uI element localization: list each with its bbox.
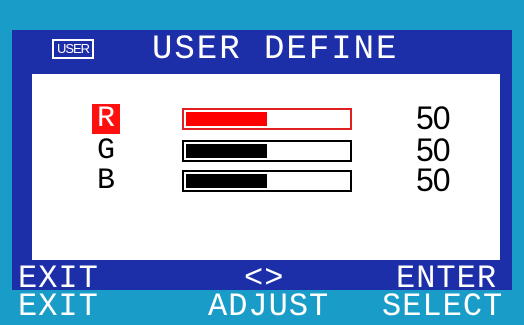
select-action-label: SELECT: [382, 288, 504, 325]
channel-row-b[interactable]: B 50: [32, 162, 500, 198]
channel-slider-r[interactable]: [182, 108, 352, 130]
channel-label-g: G: [96, 134, 115, 168]
rgb-adjust-panel: R 50 G 50 B 50: [32, 74, 500, 260]
channel-fill-r: [186, 112, 267, 126]
osd-menu: USER USER DEFINE R 50 G 50 B 50 EXIT EXI…: [12, 30, 512, 323]
channel-slider-g[interactable]: [182, 140, 352, 162]
title-bar: USER USER DEFINE: [12, 30, 512, 70]
channel-fill-g: [186, 144, 267, 158]
channel-slider-b[interactable]: [182, 170, 352, 192]
channel-label-r: R: [92, 104, 120, 134]
menu-title: USER DEFINE: [152, 31, 399, 69]
footer-key-guide: EXIT EXIT <> ADJUST ENTER SELECT: [12, 262, 512, 325]
adjust-action-label: ADJUST: [208, 288, 330, 325]
channel-label-b: B: [96, 164, 115, 198]
channel-value-r: 50: [416, 100, 451, 136]
exit-action-label: EXIT: [18, 288, 99, 325]
channel-row-r[interactable]: R 50: [32, 100, 500, 136]
user-mode-badge: USER: [52, 39, 94, 59]
channel-fill-b: [186, 174, 267, 188]
channel-value-b: 50: [416, 162, 451, 198]
